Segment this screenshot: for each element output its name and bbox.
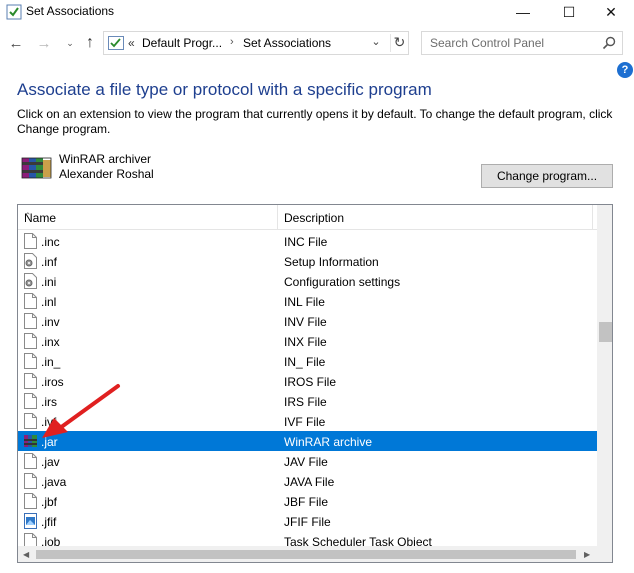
search-input[interactable]: Search Control Panel [421, 31, 623, 55]
extension-name: .jav [41, 455, 60, 469]
list-item[interactable]: .inl INL File [18, 291, 597, 311]
title-bar: Set Associations — ☐ ✕ [0, 0, 634, 24]
extension-description: Configuration settings [284, 275, 401, 289]
scrollbar-corner [597, 546, 612, 562]
page-title: Associate a file type or protocol with a… [17, 80, 432, 99]
column-header-description[interactable]: Description [278, 205, 593, 230]
list-item[interactable]: .jfif JFIF File [18, 511, 597, 531]
settings-file-icon [24, 273, 37, 289]
extension-name: .jfif [41, 515, 57, 529]
program-vendor: Alexander Roshal [59, 167, 154, 181]
list-item[interactable]: .inx INX File [18, 331, 597, 351]
change-program-button[interactable]: Change program... [481, 164, 613, 188]
blank-file-icon [24, 353, 37, 369]
list-item[interactable]: .jav JAV File [18, 451, 597, 471]
control-panel-icon [108, 36, 124, 50]
back-button[interactable]: ← [6, 32, 26, 54]
list-item[interactable]: .inv INV File [18, 311, 597, 331]
extension-name: .inl [41, 295, 57, 309]
list-item[interactable]: .in_ IN_ File [18, 351, 597, 371]
vertical-scroll-thumb[interactable] [599, 322, 612, 342]
extension-description: Setup Information [284, 255, 379, 269]
blank-file-icon [24, 233, 37, 249]
settings-file-icon [24, 253, 37, 269]
close-button[interactable]: ✕ [588, 0, 634, 24]
recent-locations-button[interactable]: ⌄ [60, 32, 80, 54]
address-overflow-chevron[interactable]: « [128, 36, 135, 50]
list-item[interactable]: .ini Configuration settings [18, 271, 597, 291]
navigation-bar: ← → ⌄ ↑ « Default Progr... › Set Associa… [0, 30, 634, 56]
address-bar[interactable]: « Default Progr... › Set Associations ⌄ … [103, 31, 409, 55]
list-item[interactable]: .inf Setup Information [18, 251, 597, 271]
refresh-icon[interactable]: ↻ [390, 34, 408, 52]
page-description: Click on an extension to view the progra… [17, 107, 613, 136]
help-icon[interactable]: ? [617, 62, 633, 78]
blank-file-icon [24, 393, 37, 409]
scroll-right-icon[interactable]: ▶ [584, 550, 590, 559]
address-dropdown-icon[interactable]: ⌄ [368, 35, 384, 51]
minimize-button[interactable]: — [500, 0, 546, 24]
extension-name: .jbf [41, 495, 58, 509]
blank-file-icon [24, 453, 37, 469]
extension-name: .java [41, 475, 67, 489]
search-icon[interactable] [602, 36, 616, 50]
breadcrumb-separator-icon[interactable]: › [230, 36, 234, 48]
extension-name: .inf [41, 255, 58, 269]
extension-description: IVF File [284, 415, 326, 429]
column-header-name[interactable]: Name ⌃ [18, 205, 278, 230]
horizontal-scrollbar[interactable]: ◀ ▶ [18, 546, 597, 562]
blank-file-icon [24, 293, 37, 309]
list-item[interactable]: .inc INC File [18, 231, 597, 251]
list-header: Name ⌃ Description [18, 205, 612, 230]
extension-name: .inv [41, 315, 60, 329]
up-button[interactable]: ↑ [80, 32, 100, 54]
extension-description: JFIF File [284, 515, 331, 529]
search-placeholder: Search Control Panel [430, 36, 545, 50]
extension-description: JBF File [284, 495, 329, 509]
extension-description: INV File [284, 315, 327, 329]
extension-name: .inx [41, 335, 60, 349]
blank-file-icon [24, 473, 37, 489]
extension-description: INL File [284, 295, 325, 309]
blank-file-icon [24, 493, 37, 509]
extension-description: IRS File [284, 395, 327, 409]
extension-description: JAV File [284, 455, 328, 469]
sort-ascending-icon: ⌃ [24, 211, 32, 221]
extension-description: INC File [284, 235, 328, 249]
blank-file-icon [24, 373, 37, 389]
breadcrumb-set-associations[interactable]: Set Associations [243, 36, 331, 50]
blank-file-icon [24, 313, 37, 329]
breadcrumb-default-programs[interactable]: Default Progr... [142, 36, 222, 50]
extension-description: INX File [284, 335, 327, 349]
forward-button[interactable]: → [34, 32, 54, 54]
list-item[interactable]: .jbf JBF File [18, 491, 597, 511]
winrar-icon [24, 433, 37, 449]
extension-description: IN_ File [284, 355, 326, 369]
column-header-description-label: Description [284, 211, 345, 225]
blank-file-icon [24, 333, 37, 349]
scroll-left-icon[interactable]: ◀ [23, 550, 29, 559]
maximize-button[interactable]: ☐ [546, 0, 592, 24]
extension-name: .inc [41, 235, 60, 249]
horizontal-scroll-thumb[interactable] [36, 550, 576, 559]
blank-file-icon [24, 413, 37, 429]
program-name: WinRAR archiver [59, 152, 152, 166]
set-associations-icon [6, 4, 22, 20]
winrar-icon [21, 157, 52, 179]
extension-name: .ini [41, 275, 57, 289]
vertical-scrollbar[interactable] [597, 205, 612, 546]
extension-description: IROS File [284, 375, 337, 389]
list-item[interactable]: .java JAVA File [18, 471, 597, 491]
window-title: Set Associations [26, 4, 115, 18]
extension-name: .in_ [41, 355, 61, 369]
annotation-arrow-icon [42, 384, 120, 438]
extension-description: WinRAR archive [284, 435, 373, 449]
extension-description: JAVA File [284, 475, 335, 489]
image-file-icon [24, 513, 37, 529]
